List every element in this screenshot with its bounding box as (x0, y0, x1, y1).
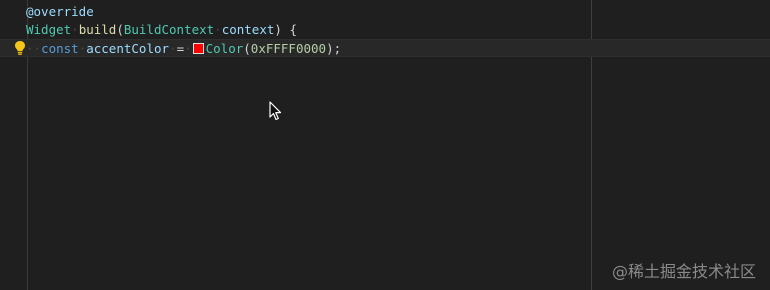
param-name-token: context (221, 22, 275, 37)
code-line-1[interactable]: @override (0, 3, 770, 21)
equals-token: = (176, 41, 185, 56)
code-editor[interactable]: @override Widget·build(BuildContext·cont… (0, 0, 770, 290)
lightbulb-icon[interactable] (13, 40, 27, 56)
watermark-text: @稀土掘金技术社区 (611, 262, 756, 281)
decorator-token: @override (26, 4, 94, 19)
variable-name-token: accentColor (86, 41, 170, 56)
return-type-token: Widget (26, 22, 72, 37)
const-keyword-token: const (41, 41, 79, 56)
color-swatch-icon[interactable] (192, 43, 204, 54)
close-brace-token: ) { (274, 22, 297, 37)
param-type-token: BuildContext (123, 22, 215, 37)
open-paren-token: ( (116, 22, 124, 37)
open-paren-token: ( (243, 41, 251, 56)
code-line-2[interactable]: Widget·build(BuildContext·context) { (0, 21, 770, 39)
code-line-3-active[interactable]: ··const·accentColor·=· Color(0xFFFF0000); (0, 39, 770, 57)
method-name-token: build (78, 22, 117, 37)
hex-literal-token: 0xFFFF0000 (250, 41, 327, 56)
close-paren-semicolon-token: ); (326, 41, 342, 56)
constructor-token: Color (205, 41, 244, 56)
mouse-pointer-icon (269, 101, 282, 121)
